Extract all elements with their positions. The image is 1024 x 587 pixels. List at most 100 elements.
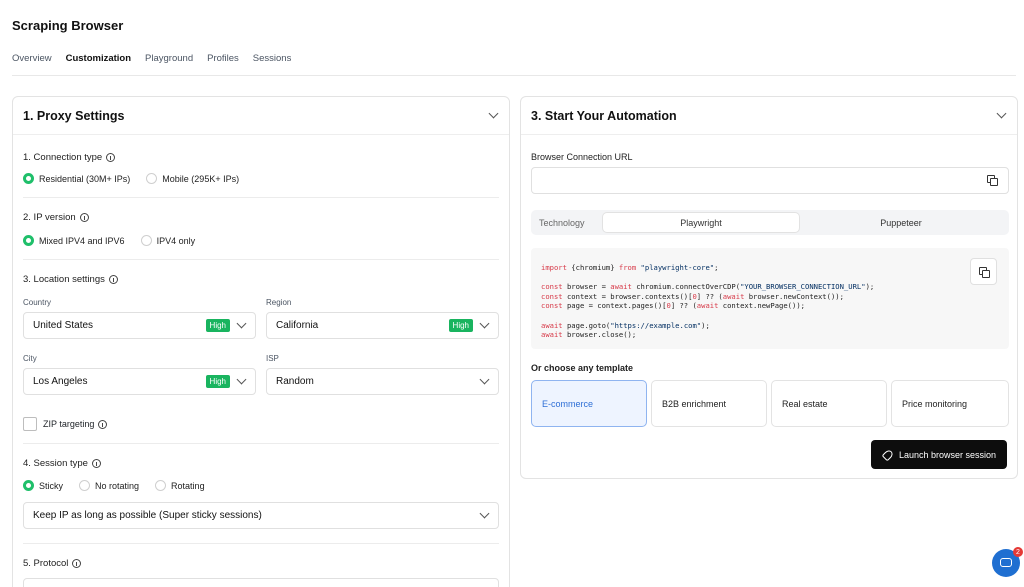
code-line: const page = context.pages()[0] ?? (awai… xyxy=(541,301,999,311)
info-icon[interactable] xyxy=(108,275,118,284)
code-token: ] ?? ( xyxy=(670,301,697,311)
templates-label: Or choose any template xyxy=(531,363,634,373)
city-value: Los Angeles xyxy=(33,376,88,387)
isp-label: ISP xyxy=(266,354,279,363)
code-token: chromium.connectOverCDP( xyxy=(631,282,741,292)
protocol-title: 5. Protocol xyxy=(23,558,82,569)
tech-tab-puppeteer[interactable]: Puppeteer xyxy=(803,213,999,232)
info-icon[interactable] xyxy=(79,213,89,222)
chevron-down-icon xyxy=(479,374,490,385)
code-line: const browser = await chromium.connectOv… xyxy=(541,282,999,292)
radio-unselected-icon xyxy=(140,235,152,246)
tab-overview[interactable]: Overview xyxy=(12,50,52,76)
protocol-select[interactable] xyxy=(23,578,499,587)
city-select[interactable]: Los Angeles High xyxy=(23,368,256,395)
code-token: context = browser.contexts()[ xyxy=(562,291,693,301)
copy-icon xyxy=(979,267,990,278)
tab-profiles[interactable]: Profiles xyxy=(207,50,239,76)
chevron-down-icon xyxy=(479,508,490,519)
zip-targeting-row: ZIP targeting xyxy=(23,417,108,431)
code-token: import xyxy=(541,263,567,272)
code-token: browser = xyxy=(562,282,611,292)
region-label: Region xyxy=(266,298,292,307)
code-line: await page.goto("https://example.com"); xyxy=(541,321,999,331)
section-divider xyxy=(23,197,499,198)
radio-mixed-label: Mixed IPV4 and IPV6 xyxy=(39,235,125,246)
radio-rotating[interactable]: Rotating xyxy=(155,480,205,491)
radio-mixed-ipv4-ipv6[interactable]: Mixed IPV4 and IPV6 xyxy=(23,235,125,246)
radio-ipv4-only[interactable]: IPV4 only xyxy=(140,235,196,246)
radio-selected-icon xyxy=(23,480,34,491)
session-type-label: 4. Session type xyxy=(23,458,88,469)
location-settings-title: 3. Location settings xyxy=(23,274,118,285)
country-select[interactable]: United States High xyxy=(23,312,256,339)
automation-header[interactable]: 3. Start Your Automation xyxy=(521,97,1017,135)
tab-bar: Overview Customization Playground Profil… xyxy=(12,50,305,76)
automation-title: 3. Start Your Automation xyxy=(531,109,677,123)
chevron-down-icon xyxy=(236,374,247,385)
template-b2b-enrichment[interactable]: B2B enrichment xyxy=(651,380,767,427)
proxy-settings-header[interactable]: 1. Proxy Settings xyxy=(13,97,509,135)
template-price-monitoring[interactable]: Price monitoring xyxy=(891,380,1009,427)
code-token: {chromium} xyxy=(566,263,619,272)
section-divider xyxy=(23,259,499,260)
code-line: import {chromium} from "playwright-core"… xyxy=(541,263,999,273)
radio-mobile[interactable]: Mobile (295K+ IPs) xyxy=(146,173,239,184)
connection-url-field[interactable] xyxy=(531,167,1009,194)
info-icon[interactable] xyxy=(98,419,108,429)
copy-code-button[interactable] xyxy=(970,258,997,285)
tab-sessions[interactable]: Sessions xyxy=(253,50,292,76)
ip-version-options: Mixed IPV4 and IPV6 IPV4 only xyxy=(23,235,211,246)
code-line: const context = browser.contexts()[0] ??… xyxy=(541,292,999,302)
automation-card: 3. Start Your Automation Browser Connect… xyxy=(520,96,1018,479)
radio-unselected-icon xyxy=(155,480,167,491)
code-token: ); xyxy=(865,282,875,292)
country-value: United States xyxy=(33,320,94,331)
code-gap xyxy=(541,273,999,283)
radio-selected-icon xyxy=(23,235,34,246)
info-icon[interactable] xyxy=(106,153,116,162)
chevron-down-icon xyxy=(479,318,490,329)
tab-customization[interactable]: Customization xyxy=(65,50,132,76)
info-icon[interactable] xyxy=(72,559,82,568)
radio-residential[interactable]: Residential (30M+ IPs) xyxy=(23,173,130,184)
quality-badge: High xyxy=(205,319,230,332)
code-snippet: import {chromium} from "playwright-core"… xyxy=(531,248,1009,349)
section-divider xyxy=(23,443,499,444)
tabs-divider xyxy=(12,75,1016,76)
region-select[interactable]: California High xyxy=(266,312,499,339)
radio-no-rotating[interactable]: No rotating xyxy=(79,480,139,491)
launch-browser-session-button[interactable]: Launch browser session xyxy=(871,440,1007,469)
chevron-down-icon[interactable] xyxy=(996,108,1007,119)
session-type-options: Sticky No rotating Rotating xyxy=(23,480,221,491)
zip-targeting-checkbox[interactable] xyxy=(23,417,37,431)
code-token: page = context.pages()[ xyxy=(562,301,667,311)
code-token: const xyxy=(541,301,563,311)
code-line: await browser.close(); xyxy=(541,330,999,340)
chevron-down-icon[interactable] xyxy=(488,108,499,119)
tech-tab-playwright[interactable]: Playwright xyxy=(603,213,799,232)
tab-playground[interactable]: Playground xyxy=(145,50,193,76)
zip-targeting-label: ZIP targeting xyxy=(43,419,95,429)
code-gap xyxy=(541,311,999,321)
code-token: ] ?? ( xyxy=(696,291,723,301)
code-token: "playwright-core" xyxy=(636,263,715,272)
copy-icon[interactable] xyxy=(987,175,998,186)
region-value: California xyxy=(276,320,319,331)
info-icon[interactable] xyxy=(91,459,101,468)
template-ecommerce[interactable]: E-commerce xyxy=(531,380,647,427)
code-token: await xyxy=(610,282,632,292)
technology-switcher: Technology Playwright Puppeteer xyxy=(531,210,1009,235)
ip-version-title: 2. IP version xyxy=(23,212,89,223)
code-token: page.goto( xyxy=(562,320,611,330)
chat-launcher-button[interactable]: 2 xyxy=(992,547,1023,577)
app-title: Scraping Browser xyxy=(12,18,124,33)
session-type-select[interactable]: Keep IP as long as possible (Super stick… xyxy=(23,502,499,529)
template-real-estate[interactable]: Real estate xyxy=(771,380,887,427)
radio-ipv4-label: IPV4 only xyxy=(156,235,196,246)
country-label: Country xyxy=(23,298,52,307)
radio-sticky[interactable]: Sticky xyxy=(23,480,63,491)
connection-type-options: Residential (30M+ IPs) Mobile (295K+ IPs… xyxy=(23,173,255,184)
radio-unselected-icon xyxy=(146,173,158,184)
isp-select[interactable]: Random xyxy=(266,368,499,395)
